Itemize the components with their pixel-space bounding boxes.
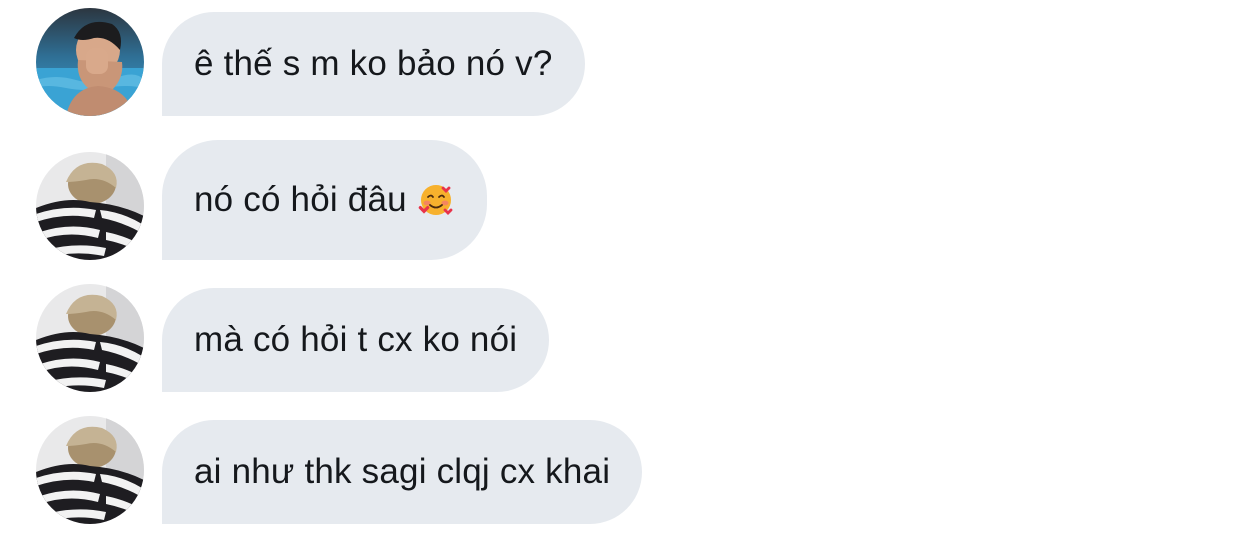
- message-bubble[interactable]: ê thế s m ko bảo nó v?: [162, 12, 585, 116]
- message-text: ê thế s m ko bảo nó v?: [194, 44, 553, 83]
- sender-avatar-striped[interactable]: [36, 284, 144, 392]
- smiling-face-with-hearts-icon: [417, 181, 455, 219]
- avatar-pool-photo: [36, 8, 144, 116]
- sender-avatar-striped[interactable]: [36, 152, 144, 260]
- avatar-striped-sweater-photo: [36, 152, 144, 260]
- message-text: nó có hỏi đâu: [194, 180, 407, 219]
- message-thread: ê thế s m ko bảo nó v? nó có hỏi đâu mà …: [0, 0, 1242, 550]
- message-bubble[interactable]: nó có hỏi đâu: [162, 140, 487, 260]
- message-bubble[interactable]: mà có hỏi t cx ko nói: [162, 288, 550, 392]
- message-bubble[interactable]: ai như thk sagi clqj cx khai: [162, 420, 643, 524]
- sender-avatar-pool[interactable]: [36, 8, 144, 116]
- sender-avatar-striped[interactable]: [36, 416, 144, 524]
- avatar-striped-sweater-photo: [36, 416, 144, 524]
- avatar-striped-sweater-photo: [36, 284, 144, 392]
- message-text: mà có hỏi t cx ko nói: [194, 320, 518, 359]
- message-text: ai như thk sagi clqj cx khai: [194, 452, 611, 491]
